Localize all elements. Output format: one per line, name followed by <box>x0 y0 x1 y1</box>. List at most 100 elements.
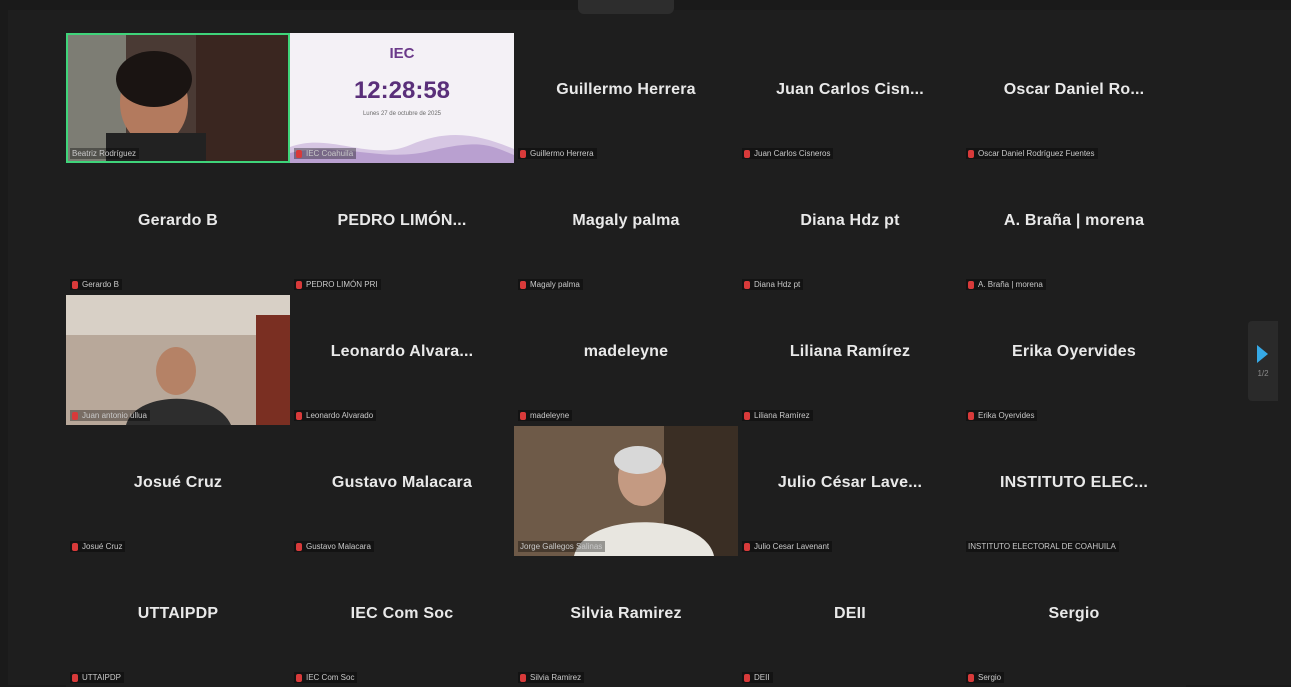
next-page-button[interactable]: 1/2 <box>1248 321 1278 401</box>
participant-label: UTTAIPDP <box>70 672 124 683</box>
participant-name: INSTITUTO ELEC... <box>999 474 1148 491</box>
participant-tile[interactable]: A. Braña | morena A. Braña | morena <box>962 164 1186 294</box>
participant-label: DEII <box>742 672 773 683</box>
mic-muted-icon <box>520 280 526 289</box>
chevron-right-icon <box>1257 345 1268 363</box>
participant-tile[interactable]: Erika Oyervides Erika Oyervides <box>962 295 1186 425</box>
participant-tile-juan-antonio[interactable]: Juan antonio ullua <box>66 295 290 425</box>
participant-tile[interactable]: PEDRO LIMÓN... PEDRO LIMÓN PRI <box>290 164 514 294</box>
mic-muted-icon <box>72 411 78 420</box>
participant-tile[interactable]: Sergio Sergio <box>962 557 1186 687</box>
page-indicator: 1/2 <box>1257 369 1269 378</box>
participant-name: Juan Carlos Cisn... <box>776 81 924 98</box>
mic-muted-icon <box>72 542 78 551</box>
participant-label: Oscar Daniel Rodríguez Fuentes <box>966 148 1098 159</box>
participant-tile[interactable]: Magaly palma Magaly palma <box>514 164 738 294</box>
mic-muted-icon <box>744 542 750 551</box>
participant-label: INSTITUTO ELECTORAL DE COAHUILA <box>966 541 1119 552</box>
participant-name: Silvia Ramirez <box>570 605 682 622</box>
participant-name: PEDRO LIMÓN... <box>337 212 467 229</box>
clock-share-tile[interactable]: IEC 12:28:58 Lunes 27 de octubre de 2025… <box>290 33 514 163</box>
participant-label: Sergio <box>966 672 1005 683</box>
participant-tile[interactable]: UTTAIPDP UTTAIPDP <box>66 557 290 687</box>
participant-label: Julio Cesar Lavenant <box>742 541 833 552</box>
participant-tile[interactable]: Gustavo Malacara Gustavo Malacara <box>290 426 514 556</box>
mic-muted-icon <box>296 149 302 158</box>
participant-name: Sergio <box>1048 605 1100 622</box>
mic-muted-icon <box>296 280 302 289</box>
participant-video <box>66 33 290 163</box>
participant-name: IEC Com Soc <box>350 605 454 622</box>
participant-label: Erika Oyervides <box>966 410 1038 421</box>
participant-name: Liliana Ramírez <box>789 343 911 360</box>
participant-tile[interactable]: Silvia Ramirez Silvia Ramirez <box>514 557 738 687</box>
participant-tile[interactable]: Oscar Daniel Ro... Oscar Daniel Rodrígue… <box>962 33 1186 163</box>
mic-muted-icon <box>296 411 302 420</box>
participant-label: Josué Cruz <box>70 541 126 552</box>
participant-video <box>514 426 738 556</box>
participant-tile[interactable]: Liliana Ramírez Liliana Ramírez <box>738 295 962 425</box>
participant-tile[interactable]: IEC Com Soc IEC Com Soc <box>290 557 514 687</box>
participant-label: Jorge Gallegos Salinas <box>518 541 606 552</box>
participant-tile[interactable]: INSTITUTO ELEC... INSTITUTO ELECTORAL DE… <box>962 426 1186 556</box>
clock-time: 12:28:58 <box>353 77 451 104</box>
participant-video <box>66 295 290 425</box>
mic-muted-icon <box>744 673 750 682</box>
participant-tile[interactable]: Juan Carlos Cisn... Juan Carlos Cisneros <box>738 33 962 163</box>
participant-tile[interactable]: Julio César Lave... Julio Cesar Lavenant <box>738 426 962 556</box>
mic-muted-icon <box>520 673 526 682</box>
participant-label: IEC Com Soc <box>294 672 358 683</box>
clock-date: Lunes 27 de octubre de 2025 <box>362 111 442 117</box>
participant-label: Juan antonio ullua <box>70 410 150 421</box>
participant-name: Leonardo Alvara... <box>330 343 474 360</box>
participant-label: Silvia Ramirez <box>518 672 585 683</box>
participant-label: IEC Coahuila <box>294 148 357 159</box>
iec-logo: IEC <box>389 45 415 62</box>
mic-muted-icon <box>520 149 526 158</box>
participant-name: Julio César Lave... <box>777 474 923 491</box>
participant-tile[interactable]: Guillermo Herrera Guillermo Herrera <box>514 33 738 163</box>
participant-label: PEDRO LIMÓN PRI <box>294 279 381 290</box>
participant-label: Diana Hdz pt <box>742 279 804 290</box>
participant-name: Gustavo Malacara <box>331 474 473 491</box>
participant-tile[interactable]: Gerardo B Gerardo B <box>66 164 290 294</box>
participant-label: Gustavo Malacara <box>294 541 374 552</box>
participant-label: madeleyne <box>518 410 573 421</box>
participant-tile-jorge[interactable]: Jorge Gallegos Salinas <box>514 426 738 556</box>
participant-label: Gerardo B <box>70 279 122 290</box>
mic-muted-icon <box>744 411 750 420</box>
participant-label: Magaly palma <box>518 279 583 290</box>
mic-muted-icon <box>968 149 974 158</box>
participant-name: Gerardo B <box>137 212 219 229</box>
participant-tile-beatriz[interactable]: Beatriz Rodríguez <box>66 33 290 163</box>
mic-muted-icon <box>744 280 750 289</box>
mic-muted-icon <box>296 673 302 682</box>
participant-name: Guillermo Herrera <box>556 81 696 98</box>
participant-name: madeleyne <box>583 343 669 360</box>
participant-name: Magaly palma <box>572 212 680 229</box>
participant-tile[interactable]: Josué Cruz Josué Cruz <box>66 426 290 556</box>
participant-name: DEII <box>834 605 866 622</box>
participant-tile[interactable]: madeleyne madeleyne <box>514 295 738 425</box>
mic-muted-icon <box>968 673 974 682</box>
participant-label: Guillermo Herrera <box>518 148 597 159</box>
mic-muted-icon <box>968 280 974 289</box>
participant-name: Oscar Daniel Ro... <box>1003 81 1145 98</box>
mic-muted-icon <box>968 411 974 420</box>
participant-tile[interactable]: Diana Hdz pt Diana Hdz pt <box>738 164 962 294</box>
participant-name: Josué Cruz <box>133 474 223 491</box>
participant-name: UTTAIPDP <box>137 605 219 622</box>
mic-muted-icon <box>520 411 526 420</box>
participant-tile[interactable]: DEII DEII <box>738 557 962 687</box>
mic-muted-icon <box>296 542 302 551</box>
participant-label: A. Braña | morena <box>966 279 1046 290</box>
participant-label: Leonardo Alvarado <box>294 410 377 421</box>
top-toolbar-handle[interactable] <box>578 0 674 14</box>
participant-label: Juan Carlos Cisneros <box>742 148 834 159</box>
participant-tile[interactable]: Leonardo Alvara... Leonardo Alvarado <box>290 295 514 425</box>
participant-name: Diana Hdz pt <box>800 212 900 229</box>
participant-name: A. Braña | morena <box>1003 212 1145 229</box>
participant-name: Erika Oyervides <box>1012 343 1136 360</box>
mic-muted-icon <box>72 673 78 682</box>
mic-muted-icon <box>744 149 750 158</box>
